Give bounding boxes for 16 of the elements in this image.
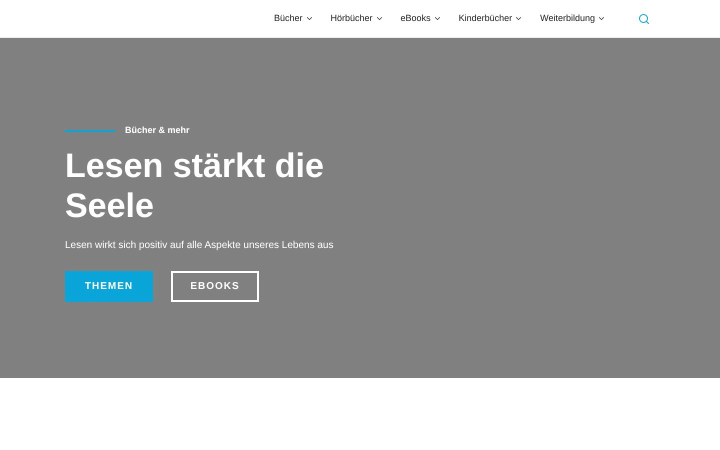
- eyebrow-text: Bücher & mehr: [125, 124, 190, 137]
- nav-link[interactable]: Bücher: [274, 12, 314, 26]
- nav-link[interactable]: Kinderbücher: [458, 12, 524, 26]
- chevron-down-icon: [514, 14, 524, 23]
- chevron-down-icon: [432, 14, 442, 23]
- search-icon[interactable]: [638, 12, 650, 24]
- chevron-down-icon: [597, 14, 606, 23]
- chevron-down-icon: [374, 14, 384, 23]
- nav-link[interactable]: Weiterbildung: [540, 12, 606, 26]
- accent-line: [65, 130, 115, 132]
- nav-link[interactable]: Hörbücher: [330, 12, 384, 26]
- hero-title: Lesen stärkt die Seele: [65, 146, 325, 226]
- hero-subtitle: Lesen wirkt sich positiv auf alle Aspekte unseres Lebens aus: [65, 238, 334, 252]
- nav-link[interactable]: eBooks: [400, 12, 442, 26]
- chevron-down-icon: [304, 14, 314, 23]
- hero-button[interactable]: EBOOKS: [171, 270, 259, 302]
